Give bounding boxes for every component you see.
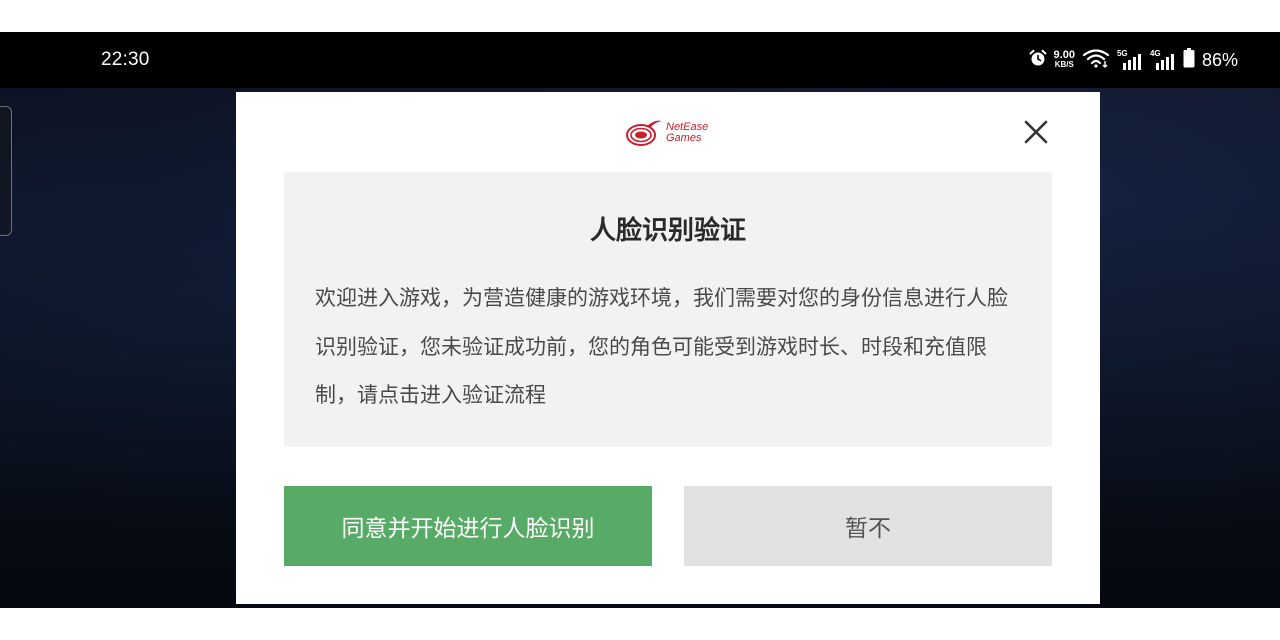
netease-logo-icon <box>626 120 662 146</box>
not-now-button[interactable]: 暂不 <box>684 486 1052 566</box>
wifi-icon <box>1082 48 1110 72</box>
status-time: 22:30 <box>101 49 150 70</box>
battery-percentage: 86% <box>1201 49 1238 70</box>
signal-4g-icon: 4G <box>1150 49 1176 71</box>
battery-icon <box>1183 48 1195 72</box>
network-speed-value: 9.00 <box>1053 49 1075 61</box>
signal-5g-icon: 5G <box>1117 49 1143 71</box>
status-bar: 22:30 9.00 KB/S 5G 4G 86% <box>0 32 1280 88</box>
agree-face-recognition-button[interactable]: 同意并开始进行人脸识别 <box>284 486 652 566</box>
face-verification-dialog: NetEase Games 人脸识别验证 欢迎进入游戏，为营造健康的游戏环境，我… <box>236 92 1100 604</box>
logo-text-line2: Games <box>666 132 702 144</box>
dialog-message: 欢迎进入游戏，为营造健康的游戏环境，我们需要对您的身份信息进行人脸识别验证，您未… <box>315 286 1008 407</box>
logo-text: NetEase Games <box>666 122 708 144</box>
alarm-icon <box>1029 49 1047 71</box>
side-panel-handle[interactable] <box>0 106 12 236</box>
status-icons: 9.00 KB/S 5G 4G 86% <box>1029 48 1238 72</box>
dialog-title: 人脸识别验证 <box>589 216 746 246</box>
netease-games-logo: NetEase Games <box>624 116 714 150</box>
info-panel: 人脸识别验证 欢迎进入游戏，为营造健康的游戏环境，我们需要对您的身份信息进行人脸… <box>284 172 1052 447</box>
network-speed-unit: KB/S <box>1054 60 1074 69</box>
close-button[interactable] <box>1020 116 1052 148</box>
close-icon <box>1024 120 1048 144</box>
network-speed: 9.00 KB/S <box>1053 49 1075 70</box>
